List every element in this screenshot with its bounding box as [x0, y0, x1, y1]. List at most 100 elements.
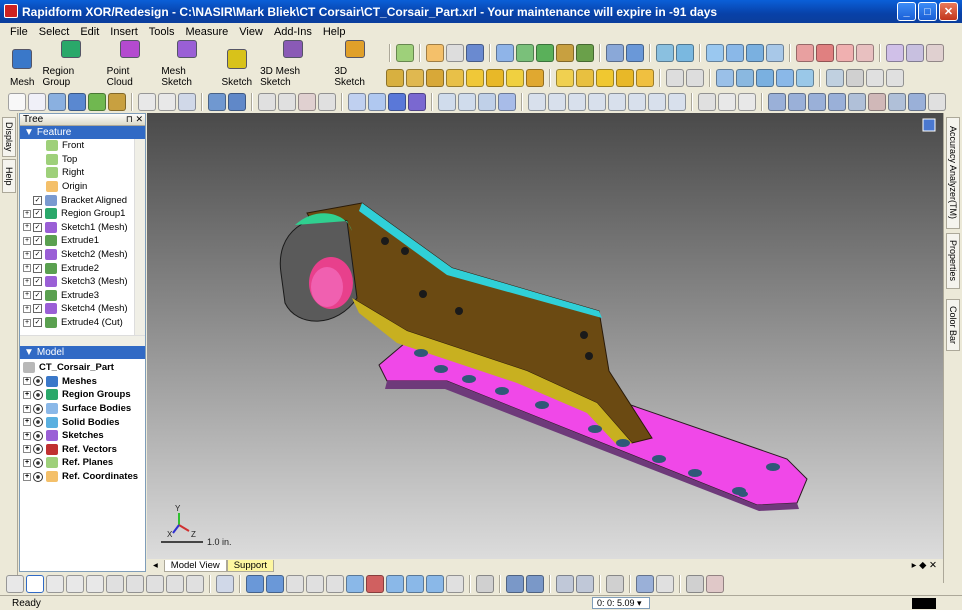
display-mode-6-icon[interactable]	[868, 93, 886, 111]
mirror-icon[interactable]	[796, 44, 814, 62]
filter-all-icon[interactable]	[476, 575, 494, 593]
redo-icon[interactable]	[158, 93, 176, 111]
view-corner-icon[interactable]	[922, 118, 936, 132]
normal-view-icon[interactable]	[388, 93, 406, 111]
menu-view[interactable]: View	[239, 26, 263, 38]
extend-select-icon[interactable]	[166, 575, 184, 593]
visibility-checkbox[interactable]: ✓	[33, 290, 42, 300]
menu-file[interactable]: File	[10, 26, 28, 38]
expand-icon[interactable]: +	[23, 291, 31, 300]
shell-icon[interactable]	[406, 69, 424, 87]
visibility-eye-icon[interactable]	[33, 457, 43, 468]
feature-row[interactable]: Right	[20, 166, 145, 180]
circle-select-icon[interactable]	[46, 575, 64, 593]
filter-sketch-icon[interactable]	[386, 575, 404, 593]
open-icon[interactable]	[48, 93, 66, 111]
tab-support[interactable]: Support	[226, 559, 274, 572]
blend-icon[interactable]	[726, 44, 744, 62]
visibility-eye-icon[interactable]	[33, 471, 43, 482]
visibility-eye-icon[interactable]	[33, 444, 43, 455]
back-view-icon[interactable]	[458, 93, 476, 111]
feature-row[interactable]: + ✓ Sketch2 (Mesh)	[20, 248, 145, 262]
deviation-icon[interactable]	[656, 575, 674, 593]
replace-icon[interactable]	[716, 69, 734, 87]
zoom-fit-icon[interactable]	[258, 93, 276, 111]
pan-icon[interactable]	[348, 93, 366, 111]
display-mode-2-icon[interactable]	[788, 93, 806, 111]
visibility-eye-icon[interactable]	[33, 403, 43, 414]
point-cloud-mode-button[interactable]: Point Cloud	[103, 40, 158, 88]
measure-select-icon[interactable]	[636, 575, 654, 593]
help-tab[interactable]: Help	[2, 159, 16, 193]
feature-row[interactable]: + ✓ Extrude1	[20, 234, 145, 248]
coordinate-dropdown[interactable]: 0: 0: 5.09 ▾	[592, 597, 650, 609]
mesh-mode-button[interactable]: Mesh	[6, 40, 38, 88]
hole-icon[interactable]	[426, 69, 444, 87]
sketch-mode-button[interactable]: Sketch	[218, 40, 257, 88]
snap-icon[interactable]	[506, 575, 524, 593]
display-mode-8-icon[interactable]	[908, 93, 926, 111]
eye-icon[interactable]	[928, 93, 946, 111]
feature-tree-vscroll[interactable]	[134, 139, 145, 335]
accuracy-analyzer-tab[interactable]: Accuracy Analyzer(TM)	[946, 117, 960, 229]
delete-face-icon[interactable]	[736, 69, 754, 87]
boolean-icon[interactable]	[606, 44, 624, 62]
iso-view-5-icon[interactable]	[608, 93, 626, 111]
expand-icon[interactable]: +	[23, 404, 31, 413]
spiral-icon[interactable]	[686, 69, 704, 87]
grid-icon[interactable]	[228, 93, 246, 111]
history-dropdown-icon[interactable]	[178, 93, 196, 111]
3d-sketch-mode-button[interactable]: 3D Sketch	[330, 40, 380, 88]
3d-viewport[interactable]: Y Z X 1.0 in.	[147, 113, 943, 559]
expand-icon[interactable]: +	[23, 390, 31, 399]
visibility-checkbox[interactable]: ✓	[33, 222, 42, 232]
zoom-select-icon[interactable]	[318, 93, 336, 111]
display-mode-3-icon[interactable]	[808, 93, 826, 111]
loft-icon[interactable]	[556, 44, 574, 62]
model-item-row[interactable]: + Meshes	[20, 375, 145, 389]
expand-icon[interactable]: +	[23, 264, 31, 273]
menu-add-ins[interactable]: Add-Ins	[274, 26, 312, 38]
iso-view-3-icon[interactable]	[568, 93, 586, 111]
expand-icon[interactable]: +	[23, 250, 31, 259]
import-icon[interactable]	[88, 93, 106, 111]
feature-row[interactable]: + ✓ Extrude2	[20, 261, 145, 275]
export-icon[interactable]	[108, 93, 126, 111]
coordinate-icon[interactable]	[426, 44, 444, 62]
menu-select[interactable]: Select	[39, 26, 70, 38]
feature-row[interactable]: + ✓ Extrude4 (Cut)	[20, 316, 145, 330]
move-face-icon[interactable]	[756, 69, 774, 87]
close-button[interactable]: ✕	[939, 2, 958, 21]
expand-icon[interactable]: +	[23, 304, 31, 313]
visibility-eye-icon[interactable]	[33, 430, 43, 441]
visibility-checkbox[interactable]: ✓	[33, 195, 42, 205]
model-section-header[interactable]: ▼ Model	[20, 346, 145, 359]
iso-view-2-icon[interactable]	[548, 93, 566, 111]
visibility-checkbox[interactable]: ✓	[33, 263, 42, 273]
section-icon[interactable]	[698, 93, 716, 111]
sew-icon[interactable]	[636, 69, 654, 87]
iso-view-6-icon[interactable]	[628, 93, 646, 111]
cylinder-icon[interactable]	[676, 44, 694, 62]
maximize-button[interactable]: □	[918, 2, 937, 21]
tool-icon[interactable]	[926, 44, 944, 62]
filter-body-icon[interactable]	[366, 575, 384, 593]
expand-icon[interactable]: +	[23, 209, 31, 218]
visibility-eye-icon[interactable]	[33, 376, 43, 387]
diamond-icon[interactable]	[766, 44, 784, 62]
grid-toggle-icon[interactable]	[606, 575, 624, 593]
feature-row[interactable]: ✓ Bracket Aligned	[20, 193, 145, 207]
model-item-row[interactable]: + Sketches	[20, 429, 145, 443]
mesh-sketch-mode-button[interactable]: Mesh Sketch	[157, 40, 217, 88]
visibility-eye-icon[interactable]	[33, 417, 43, 428]
save-icon[interactable]	[68, 93, 86, 111]
feature-row[interactable]: + ✓ Extrude3	[20, 289, 145, 303]
expand-icon[interactable]: +	[23, 472, 31, 481]
zoom-in-icon[interactable]	[278, 93, 296, 111]
rotate-view-icon[interactable]	[368, 93, 386, 111]
feature-row[interactable]: Origin	[20, 180, 145, 194]
visibility-checkbox[interactable]: ✓	[33, 318, 42, 328]
record-icon[interactable]	[686, 575, 704, 593]
minimize-button[interactable]: _	[897, 2, 916, 21]
capture-icon[interactable]	[706, 575, 724, 593]
